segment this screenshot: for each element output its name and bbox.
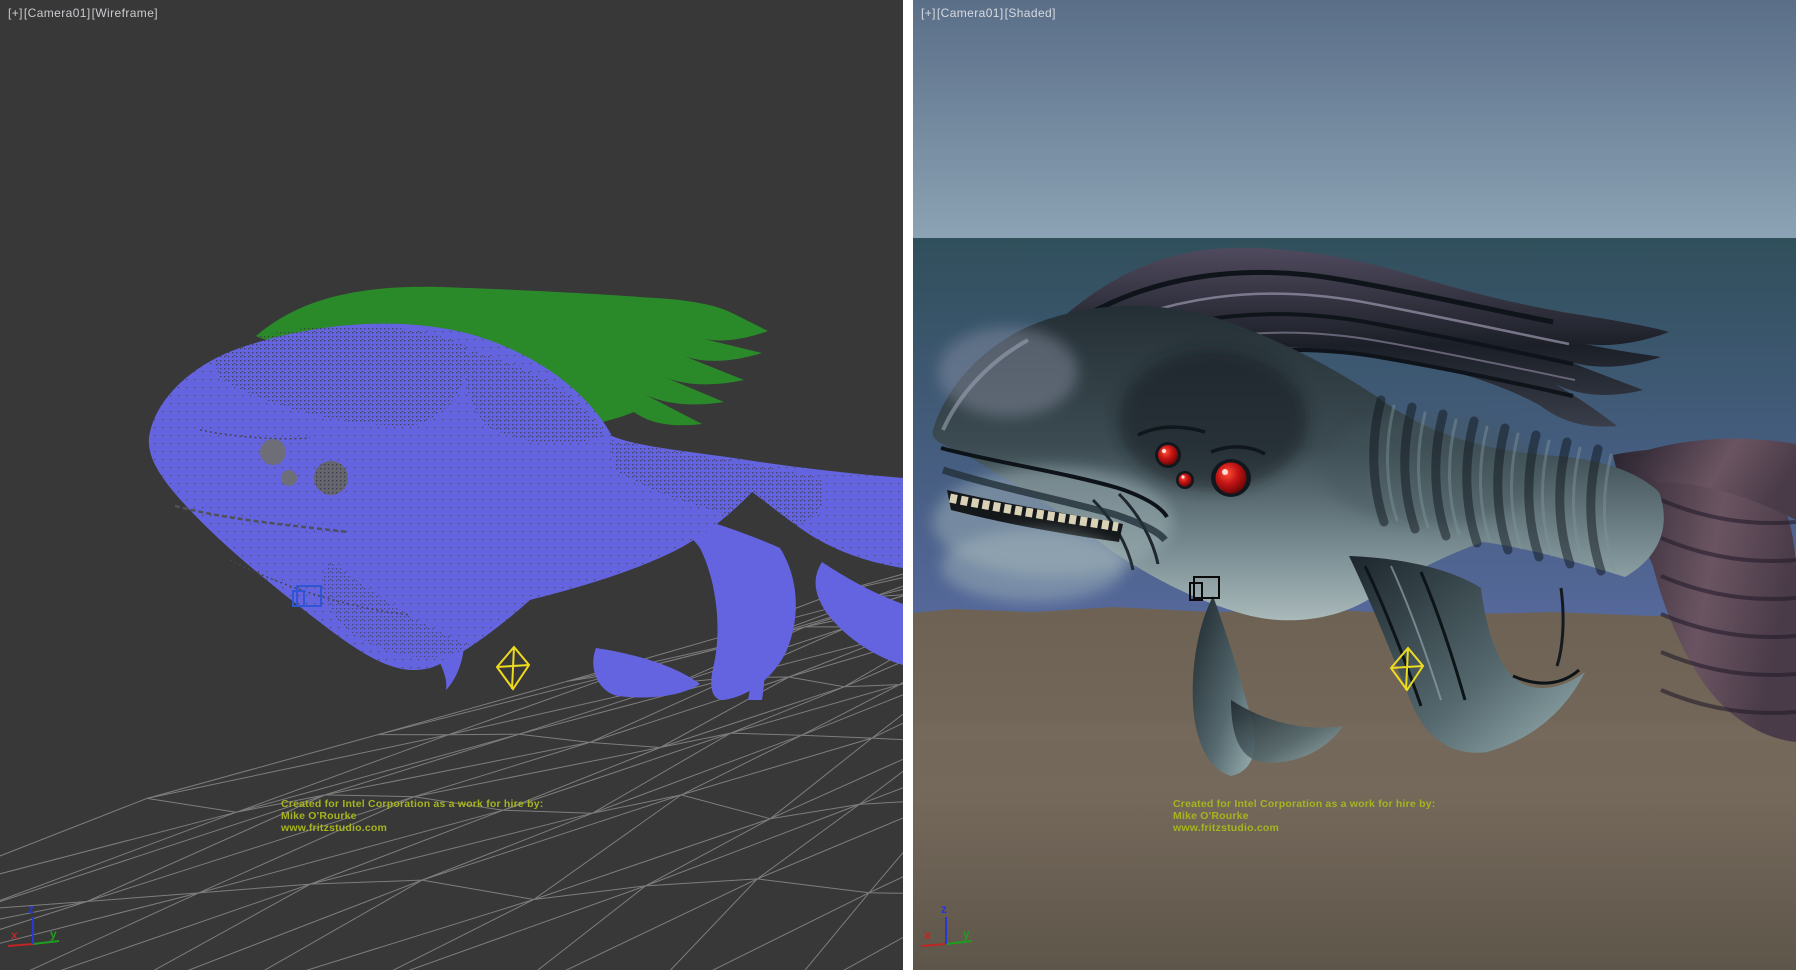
axis-z-label: z (28, 902, 34, 916)
viewport-menu-pov[interactable]: [Camera01] (24, 6, 91, 20)
ground-light-band (913, 726, 1796, 742)
axis-x-label: x (11, 928, 18, 942)
axis-x-label: x (924, 928, 931, 942)
eye-large (1216, 463, 1247, 494)
viewport-wireframe[interactable]: x y z [+][Camera01][Wireframe] Created f… (0, 0, 903, 970)
dual-viewport-stage: x y z [+][Camera01][Wireframe] Created f… (0, 0, 1800, 978)
axis-y-label: y (50, 927, 57, 941)
viewport-menu-general[interactable]: [+] (921, 6, 936, 20)
watermark-credit: Created for Intel Corporation as a work … (281, 799, 543, 834)
viewport-label: [+][Camera01][Wireframe] (8, 6, 159, 20)
eye-small-lower (1179, 474, 1192, 487)
watermark-credit: Created for Intel Corporation as a work … (1173, 799, 1435, 834)
watermark-line: Mike O'Rourke (281, 811, 543, 823)
viewport-menu-pov[interactable]: [Camera01] (937, 6, 1004, 20)
watermark-line: www.fritzstudio.com (1173, 823, 1435, 835)
eye-small-upper (1158, 445, 1178, 465)
watermark-line: www.fritzstudio.com (281, 823, 543, 835)
viewport-menu-shading[interactable]: [Shaded] (1005, 6, 1056, 20)
watermark-line: Mike O'Rourke (1173, 811, 1435, 823)
sky-upper (913, 0, 1796, 238)
viewport-shaded[interactable]: x y z [+][Camera01][Shaded] Created for … (913, 0, 1796, 970)
axis-y-label: y (963, 927, 970, 941)
axis-z-label: z (941, 902, 947, 916)
viewport-menu-shading[interactable]: [Wireframe] (92, 6, 158, 20)
viewport-label: [+][Camera01][Shaded] (921, 6, 1057, 20)
ground-plane (913, 607, 1796, 970)
viewport-menu-general[interactable]: [+] (8, 6, 23, 20)
